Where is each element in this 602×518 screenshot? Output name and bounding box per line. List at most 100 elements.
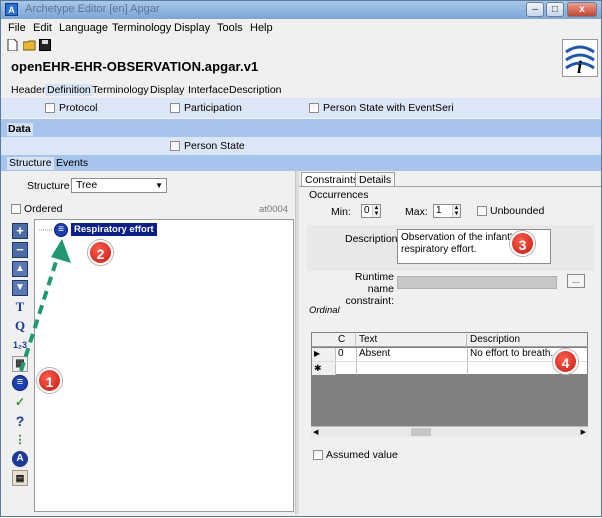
protocol-checkbox[interactable] (45, 103, 55, 113)
menu-bar: File Edit Language Terminology Display T… (1, 19, 601, 37)
stepper-arrows-icon[interactable]: ▲ ▼ (372, 205, 380, 217)
app-logo-icon: A (5, 3, 18, 16)
table-horizontal-scrollbar[interactable]: ◀ ▶ (311, 426, 588, 437)
col-text-header[interactable]: Text (357, 334, 467, 347)
element-toolbox: + − ▲ ▼ T Q 1₂3 ▦ ≡ ✓ ? ⋮ A ▤ (9, 220, 31, 512)
multimedia-icon[interactable]: A (12, 451, 28, 467)
col-code-header[interactable]: C (336, 334, 356, 347)
scroll-right-icon[interactable]: ▶ (581, 428, 586, 436)
close-button[interactable]: x (567, 2, 597, 17)
minimize-button[interactable]: – (526, 2, 544, 17)
assumed-value-checkbox[interactable] (313, 450, 323, 460)
node-code: at0004 (259, 204, 289, 215)
row-selector-icon[interactable]: ▶ (312, 348, 336, 361)
tab-underline (299, 186, 601, 187)
structure-select-value: Tree (76, 179, 98, 191)
tab-definition[interactable]: Definition (45, 84, 93, 96)
tab-header[interactable]: Header (11, 84, 45, 96)
tree-node-respiratory-effort[interactable]: Respiratory effort (71, 223, 157, 236)
quantity-icon[interactable]: Q (12, 318, 28, 334)
new-row-code[interactable] (336, 362, 357, 375)
protocol-band: Protocol Participation Person State with… (1, 98, 601, 118)
ordinal-node-icon: ≡ (54, 223, 68, 237)
tab-display[interactable]: Display (150, 84, 184, 96)
ordinal-table[interactable]: C Text Description ▶ 0 Absent No effort … (311, 332, 588, 437)
tab-data[interactable]: Data (7, 123, 33, 136)
callout-2: 2 (88, 240, 113, 265)
occurrences-label: Occurrences (309, 189, 369, 201)
runtime-name-field[interactable] (397, 276, 557, 289)
text-icon[interactable]: T (12, 299, 28, 315)
structure-select[interactable]: Tree ▼ (71, 178, 167, 193)
slot-icon[interactable]: ⋮ (12, 432, 28, 448)
scroll-left-icon[interactable]: ◀ (313, 428, 318, 436)
new-row-text[interactable] (357, 362, 468, 375)
new-file-icon[interactable] (6, 39, 19, 51)
cell-text[interactable]: Absent (357, 348, 468, 361)
col-description-header[interactable]: Description (468, 334, 587, 347)
table-row[interactable]: ▶ 0 Absent No effort to breath. (312, 348, 587, 361)
menu-file[interactable]: File (8, 22, 26, 34)
open-folder-icon[interactable] (23, 39, 36, 51)
min-value: 0 (364, 205, 370, 216)
toolbar (1, 37, 601, 54)
new-row-icon: ✱ (312, 362, 336, 375)
person-state-band: Person State (1, 137, 601, 155)
menu-tools[interactable]: Tools (217, 22, 243, 34)
move-down-icon[interactable]: ▼ (12, 280, 28, 296)
unbounded-checkbox[interactable] (477, 206, 487, 216)
menu-language[interactable]: Language (59, 22, 108, 34)
ordered-label: Ordered (24, 203, 63, 215)
participation-checkbox[interactable] (170, 103, 180, 113)
remove-icon[interactable]: − (12, 242, 28, 258)
move-up-icon[interactable]: ▲ (12, 261, 28, 277)
tab-description[interactable]: Description (229, 84, 282, 96)
menu-terminology[interactable]: Terminology (112, 22, 171, 34)
min-occurrences-stepper[interactable]: 0 ▲ ▼ (361, 204, 381, 218)
tab-structure[interactable]: Structure (7, 157, 54, 170)
tab-events[interactable]: Events (56, 157, 88, 170)
stepper-arrows-icon[interactable]: ▲ ▼ (452, 205, 460, 217)
menu-display[interactable]: Display (174, 22, 210, 34)
add-icon[interactable]: + (12, 223, 28, 239)
structure-tree[interactable]: ≡ Respiratory effort (34, 219, 294, 512)
title-bar: A Archetype Editor [en] Apgar – □ x (1, 1, 601, 19)
person-state-event-checkbox[interactable] (309, 103, 319, 113)
participation-label: Participation (184, 102, 242, 114)
datetime-icon[interactable]: ▦ (12, 356, 28, 372)
table-new-row[interactable]: ✱ (312, 361, 587, 375)
unbounded-label: Unbounded (490, 205, 545, 217)
tab-terminology[interactable]: Terminology (92, 84, 149, 96)
count-icon[interactable]: 1₂3 (12, 337, 28, 353)
table-header: C Text Description (312, 333, 587, 347)
any-icon[interactable]: ? (12, 413, 28, 429)
structure-tab-band (1, 155, 601, 171)
openehr-logo: i (562, 39, 598, 77)
boolean-icon[interactable]: ✓ (12, 394, 28, 410)
app-window: A Archetype Editor [en] Apgar – □ x File… (0, 0, 602, 517)
save-icon[interactable] (39, 39, 52, 51)
description-label: Description (345, 233, 398, 245)
tab-interface[interactable]: Interface (188, 84, 229, 96)
maximize-button[interactable]: □ (546, 2, 564, 17)
ordered-checkbox[interactable] (11, 204, 21, 214)
tab-details[interactable]: Details (355, 172, 396, 186)
data-band (1, 119, 601, 137)
runtime-browse-button[interactable]: ... (567, 274, 585, 288)
person-state-checkbox[interactable] (170, 141, 180, 151)
menu-edit[interactable]: Edit (33, 22, 52, 34)
scroll-thumb[interactable] (411, 428, 431, 436)
person-state-label: Person State (184, 140, 245, 152)
max-value: 1 (436, 205, 442, 216)
menu-help[interactable]: Help (250, 22, 273, 34)
max-occurrences-stepper[interactable]: 1 ▲ ▼ (433, 204, 461, 218)
archetype-id: openEHR-EHR-OBSERVATION.apgar.v1 (11, 59, 259, 74)
uri-icon[interactable]: ▤ (12, 470, 28, 486)
tab-constraints[interactable]: Constraints (301, 172, 363, 186)
min-label: Min: (331, 206, 351, 218)
ordinal-icon[interactable]: ≡ (12, 375, 28, 391)
max-label: Max: (405, 206, 428, 218)
callout-1: 1 (37, 368, 62, 393)
cell-code[interactable]: 0 (336, 348, 357, 361)
callout-4: 4 (553, 349, 578, 374)
